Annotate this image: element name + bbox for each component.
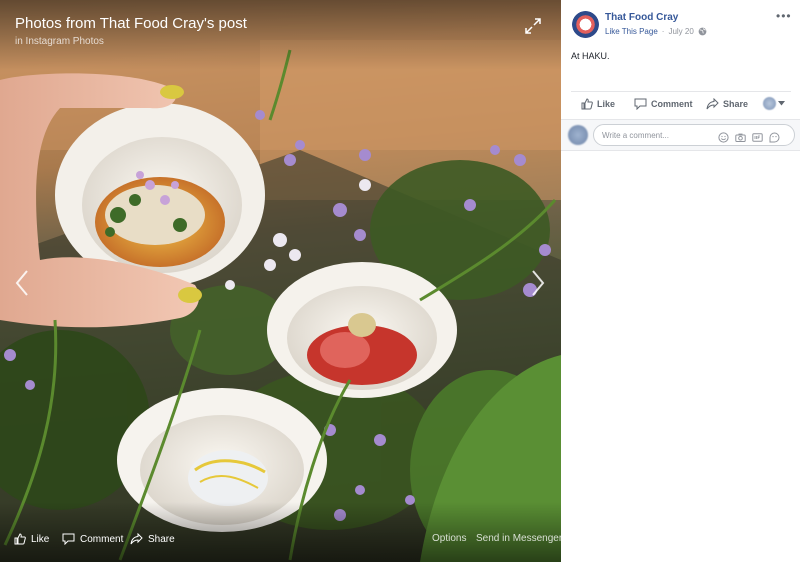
commenter-avatar bbox=[568, 125, 588, 145]
comment-field[interactable] bbox=[593, 124, 795, 146]
post-comment-label: Comment bbox=[651, 99, 693, 109]
comment-bubble-icon bbox=[634, 98, 647, 110]
bottom-gradient bbox=[0, 502, 561, 562]
chevron-left-icon[interactable] bbox=[14, 268, 30, 298]
post-text: At HAKU. bbox=[571, 51, 610, 61]
comment-tools bbox=[718, 130, 780, 143]
viewer-comment-button[interactable]: Comment bbox=[62, 533, 123, 545]
sticker-icon[interactable] bbox=[769, 130, 780, 143]
viewer-share-button[interactable]: Share bbox=[130, 533, 175, 545]
divider bbox=[571, 91, 791, 92]
album-link[interactable]: in Instagram Photos bbox=[15, 36, 104, 47]
post-meta: Like This Page · July 20 bbox=[605, 27, 707, 36]
send-in-messenger-link[interactable]: Send in Messenger bbox=[476, 533, 561, 544]
viewer-share-label: Share bbox=[148, 533, 175, 545]
camera-icon[interactable] bbox=[735, 130, 746, 142]
emoji-icon[interactable] bbox=[718, 130, 729, 143]
top-gradient bbox=[0, 0, 561, 70]
post-share-label: Share bbox=[723, 99, 749, 109]
thumbs-up-icon bbox=[581, 98, 593, 110]
post-share-button[interactable]: Share bbox=[706, 98, 748, 110]
chevron-down-icon bbox=[778, 101, 785, 106]
expand-icon[interactable] bbox=[524, 17, 542, 35]
photo-title: Photos from That Food Cray's post bbox=[15, 15, 247, 32]
post-date[interactable]: July 20 bbox=[668, 27, 693, 36]
options-link[interactable]: Options bbox=[432, 533, 466, 544]
viewer-like-label: Like bbox=[31, 533, 50, 545]
post-like-button[interactable]: Like bbox=[581, 98, 615, 110]
thumbs-up-icon bbox=[14, 533, 26, 545]
comment-composer bbox=[561, 119, 800, 151]
comment-input[interactable] bbox=[602, 129, 712, 141]
page-avatar[interactable] bbox=[572, 11, 599, 38]
chevron-right-icon[interactable] bbox=[530, 268, 546, 298]
page-name-link[interactable]: That Food Cray bbox=[605, 12, 678, 23]
meta-separator: · bbox=[661, 27, 665, 36]
viewer-action-bar: Like Comment Share Options Send in Messe… bbox=[0, 533, 561, 549]
post-action-row: Like Comment Share bbox=[571, 95, 791, 115]
audience-selector[interactable] bbox=[763, 97, 785, 110]
gif-icon[interactable] bbox=[752, 130, 763, 142]
viewer-like-button[interactable]: Like bbox=[14, 533, 49, 545]
post-like-label: Like bbox=[597, 99, 616, 109]
photo-viewer: Photos from That Food Cray's post in Ins… bbox=[0, 0, 561, 562]
globe-icon bbox=[698, 27, 707, 36]
viewer-comment-label: Comment bbox=[80, 533, 124, 545]
post-comment-button[interactable]: Comment bbox=[634, 98, 693, 110]
user-avatar bbox=[763, 97, 776, 110]
more-dots-icon[interactable]: ••• bbox=[776, 9, 792, 23]
comment-bubble-icon bbox=[62, 533, 75, 545]
post-sidebar: That Food Cray Like This Page · July 20 … bbox=[561, 0, 800, 562]
share-arrow-icon bbox=[130, 533, 143, 545]
food-photo bbox=[0, 0, 561, 562]
like-page-link[interactable]: Like This Page bbox=[605, 27, 658, 36]
share-arrow-icon bbox=[706, 98, 719, 110]
